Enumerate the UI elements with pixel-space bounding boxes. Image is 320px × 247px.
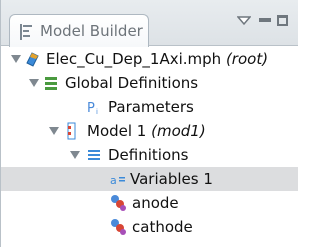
model-component-icon xyxy=(67,122,76,140)
tree-node-root[interactable]: Elec_Cu_Dep_1Axi.mph (root) xyxy=(1,47,298,71)
model-suffix: (mod1) xyxy=(151,122,206,140)
svg-text:a: a xyxy=(110,174,117,187)
svg-text:i: i xyxy=(96,108,98,116)
tree-node-label: Variables 1 xyxy=(130,170,213,188)
tree-node-model-1[interactable]: Model 1 (mod1) xyxy=(1,119,298,143)
global-definitions-icon xyxy=(45,77,57,90)
expand-arrow-icon[interactable] xyxy=(70,151,80,159)
tree-node-label: cathode xyxy=(132,218,193,236)
view-menu-icon[interactable] xyxy=(237,16,251,26)
tree-node-label: anode xyxy=(132,194,179,212)
expand-arrow-icon[interactable] xyxy=(29,79,39,87)
minimize-icon[interactable] xyxy=(259,18,271,22)
tree-node-label: Parameters xyxy=(108,98,194,116)
model-builder-tab[interactable]: Model Builder xyxy=(9,14,149,47)
selection-icon xyxy=(111,219,126,235)
svg-text:P: P xyxy=(87,101,95,116)
selection-icon xyxy=(111,195,126,211)
tree-node-label: Model 1 (mod1) xyxy=(87,121,206,141)
definitions-list-icon xyxy=(88,150,100,160)
tree-node-label: Definitions xyxy=(108,146,189,164)
model-name: Model 1 xyxy=(87,122,147,140)
parameters-icon: P i xyxy=(87,101,98,116)
tree-node-label: Elec_Cu_Dep_1Axi.mph (root) xyxy=(46,49,268,69)
tree-node-definitions[interactable]: Definitions xyxy=(1,143,298,167)
panel-title: Model Builder xyxy=(40,22,143,40)
expand-arrow-icon[interactable] xyxy=(49,127,59,135)
maximize-icon[interactable] xyxy=(277,15,288,26)
root-filename: Elec_Cu_Dep_1Axi.mph xyxy=(46,50,222,68)
model-builder-panel: Model Builder Elec_Cu_Dep_1Axi.mph (root… xyxy=(0,0,298,247)
model-builder-icon xyxy=(20,24,32,40)
tree-node-label: Global Definitions xyxy=(65,74,199,92)
tree-node-parameters[interactable]: P i Parameters xyxy=(1,95,298,119)
model-file-icon xyxy=(26,52,39,67)
variables-icon: a xyxy=(110,174,125,187)
root-suffix: (root) xyxy=(225,50,269,68)
tree-node-cathode[interactable]: cathode xyxy=(1,215,298,239)
tree-node-anode[interactable]: anode xyxy=(1,191,298,215)
expand-arrow-icon[interactable] xyxy=(11,55,21,63)
tree-node-variables-1[interactable]: a Variables 1 xyxy=(1,167,298,191)
panel-header: Model Builder xyxy=(1,0,298,47)
model-tree: Elec_Cu_Dep_1Axi.mph (root) Global Defin… xyxy=(1,47,298,247)
tree-node-global-definitions[interactable]: Global Definitions xyxy=(1,71,298,95)
